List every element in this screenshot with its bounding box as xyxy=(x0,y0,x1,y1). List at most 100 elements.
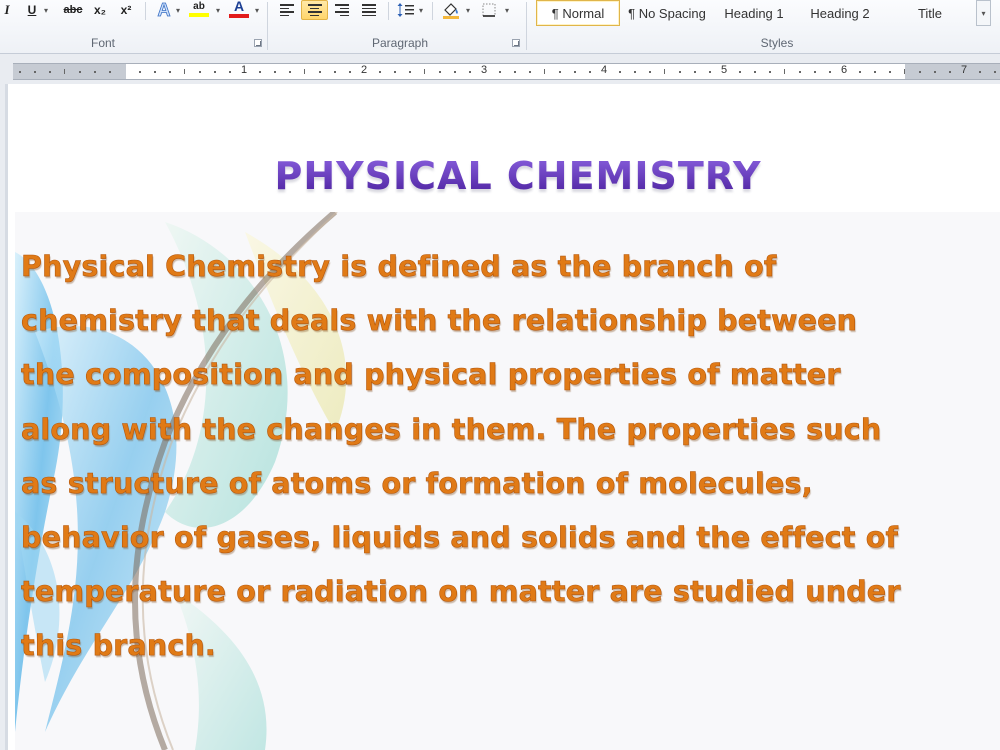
ruler-dot xyxy=(814,71,816,73)
body-line: the composition and physical properties … xyxy=(21,358,841,392)
style-heading-2[interactable]: Heading 2 xyxy=(800,0,880,26)
font-color-dropdown-icon[interactable]: ▾ xyxy=(253,0,261,20)
borders-button[interactable] xyxy=(479,0,499,20)
ruler-tick xyxy=(664,69,665,74)
ruler-dot xyxy=(379,71,381,73)
ruler-number: 6 xyxy=(840,64,848,76)
subscript-label: x₂ xyxy=(93,3,106,17)
ribbon: I U ▾ abc x₂ x² A ▾ ab ▾ A ▾ Font ▾ ▾ ▾ … xyxy=(0,0,1000,54)
horizontal-ruler[interactable]: 1 2 3 4 5 6 7 xyxy=(13,63,1000,80)
ruler-dot xyxy=(994,71,996,73)
ruler-dot xyxy=(439,71,441,73)
align-right-button[interactable] xyxy=(331,0,353,20)
style-normal-label: ¶ Normal xyxy=(551,5,605,21)
shading-button[interactable] xyxy=(440,0,462,20)
document-body[interactable]: Physical Chemistry is defined as the bra… xyxy=(21,240,1000,674)
body-line: temperature or radiation on matter are s… xyxy=(21,575,901,609)
style-no-spacing[interactable]: ¶ No Spacing xyxy=(622,0,712,26)
ruler-dot xyxy=(454,71,456,73)
ruler-tick xyxy=(544,69,545,74)
borders-dropdown-icon[interactable]: ▾ xyxy=(503,0,511,20)
justify-button[interactable] xyxy=(358,0,380,20)
paint-bucket-icon xyxy=(443,3,459,19)
subscript-button[interactable]: x₂ xyxy=(90,0,110,20)
separator xyxy=(145,2,146,20)
ruler-dot xyxy=(19,71,21,73)
body-line: behavior of gases, liquids and solids an… xyxy=(21,521,899,555)
ruler-dot xyxy=(829,71,831,73)
separator xyxy=(388,2,389,20)
ruler-dot xyxy=(874,71,876,73)
highlight-button[interactable]: ab xyxy=(188,0,210,20)
ruler-dot xyxy=(979,71,981,73)
styles-gallery-more-icon[interactable]: ▾ xyxy=(976,0,991,26)
ruler-number: 5 xyxy=(720,64,728,76)
underline-button[interactable]: U xyxy=(24,0,40,20)
ruler-dot xyxy=(574,71,576,73)
ruler-dot xyxy=(259,71,261,73)
ruler-dot xyxy=(94,71,96,73)
group-separator xyxy=(267,2,268,50)
ruler-bar: 1 2 3 4 5 6 7 xyxy=(0,54,1000,136)
ruler-dot xyxy=(799,71,801,73)
text-effects-icon: A xyxy=(157,0,171,20)
ruler-dot xyxy=(934,71,936,73)
separator xyxy=(432,2,433,20)
underline-label: U xyxy=(27,3,37,17)
line-spacing-button[interactable] xyxy=(396,0,416,20)
body-line: Physical Chemistry is defined as the bra… xyxy=(21,250,777,284)
strikethrough-button[interactable]: abc xyxy=(62,0,84,20)
ruler-dot xyxy=(109,71,111,73)
style-title[interactable]: Title xyxy=(888,0,972,26)
style-heading-1-label: Heading 1 xyxy=(724,5,784,21)
ruler-dot xyxy=(349,71,351,73)
align-center-icon xyxy=(307,4,322,16)
styles-group-label: Styles xyxy=(760,36,794,50)
document-title: PHYSICAL CHEMISTRY xyxy=(8,154,1000,198)
ruler-dot xyxy=(634,71,636,73)
font-color-button[interactable]: A xyxy=(228,0,250,20)
body-line: as structure of atoms or formation of mo… xyxy=(21,466,813,501)
ruler-dot xyxy=(529,71,531,73)
shading-dropdown-icon[interactable]: ▾ xyxy=(464,0,472,20)
italic-button[interactable]: I xyxy=(0,0,14,20)
ruler-dot xyxy=(214,71,216,73)
ruler-tick xyxy=(784,69,785,74)
ruler-dot xyxy=(79,71,81,73)
underline-dropdown-icon[interactable]: ▾ xyxy=(42,0,50,20)
paragraph-group-label: Paragraph xyxy=(371,36,429,50)
highlight-color-bar xyxy=(189,12,209,17)
ruler-dot xyxy=(34,71,36,73)
ruler-dot xyxy=(694,71,696,73)
ruler-dot xyxy=(469,71,471,73)
ruler-dot xyxy=(499,71,501,73)
superscript-button[interactable]: x² xyxy=(116,0,136,20)
align-left-button[interactable] xyxy=(276,0,298,20)
ruler-number: 4 xyxy=(600,64,608,76)
ruler-dot xyxy=(679,71,681,73)
align-center-button[interactable] xyxy=(301,0,328,20)
text-effects-dropdown-icon[interactable]: ▾ xyxy=(174,0,182,20)
ruler-tick xyxy=(304,69,305,74)
style-heading-1[interactable]: Heading 1 xyxy=(714,0,794,26)
group-separator xyxy=(526,2,527,50)
style-normal[interactable]: ¶ Normal xyxy=(536,0,620,26)
text-effects-button[interactable]: A xyxy=(154,0,174,20)
ruler-tick xyxy=(64,69,65,74)
borders-icon xyxy=(482,3,496,17)
ruler-dot xyxy=(859,71,861,73)
ruler-dot xyxy=(394,71,396,73)
document-page[interactable]: PHYSICAL CHEMISTRY Physical Chemistry is… xyxy=(8,84,1000,750)
line-spacing-dropdown-icon[interactable]: ▾ xyxy=(417,0,425,20)
ruler-dot xyxy=(889,71,891,73)
paragraph-dialog-launcher-icon[interactable] xyxy=(512,39,520,47)
ruler-dot xyxy=(919,71,921,73)
ruler-tick xyxy=(184,69,185,74)
highlight-dropdown-icon[interactable]: ▾ xyxy=(214,0,222,20)
style-no-spacing-label: ¶ No Spacing xyxy=(628,5,706,21)
font-dialog-launcher-icon[interactable] xyxy=(254,39,262,47)
ruler-dot xyxy=(49,71,51,73)
body-line: this branch. xyxy=(21,629,216,663)
style-title-label: Title xyxy=(917,5,943,21)
body-line: along with the changes in them. The prop… xyxy=(21,412,882,446)
